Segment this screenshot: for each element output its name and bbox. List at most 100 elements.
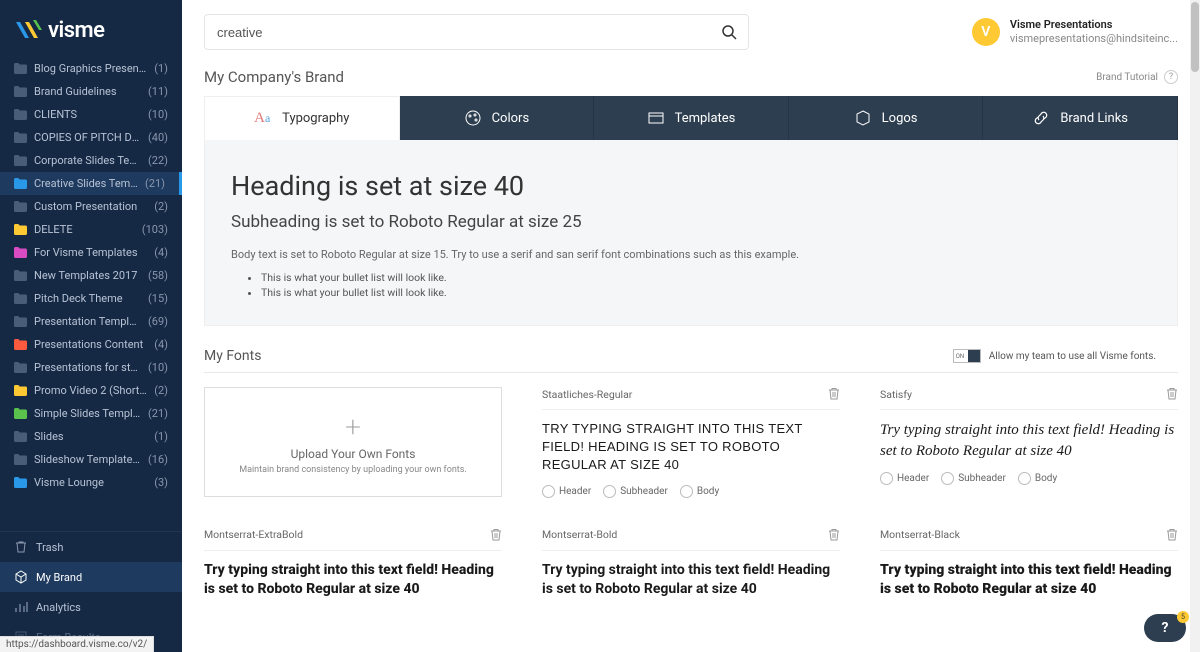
folder-count: (103) (142, 223, 168, 236)
help-fab[interactable]: ? 5 (1144, 614, 1186, 642)
radio-body[interactable]: Body (1018, 472, 1057, 485)
sidebar-folder[interactable]: Blog Graphics Presentati... (1) (0, 57, 182, 80)
tab-label: Colors (492, 111, 530, 126)
font-sample-text[interactable]: Try typing straight into this text field… (204, 561, 502, 601)
fonts-grid: + Upload Your Own Fonts Maintain brand c… (182, 387, 1200, 631)
radio-header[interactable]: Header (542, 485, 591, 498)
trash-icon (14, 540, 28, 554)
nav-analytics[interactable]: Analytics (0, 592, 182, 622)
typography-preview: Heading is set at size 40 Subheading is … (204, 140, 1178, 326)
team-fonts-toggle: ON Allow my team to use all Visme fonts. (953, 349, 1156, 363)
user-name: Visme Presentations (1010, 18, 1178, 32)
font-sample-text[interactable]: Try typing straight into this text field… (542, 420, 840, 475)
folder-label: Custom Presentation (34, 200, 147, 213)
upload-font-card[interactable]: + Upload Your Own Fonts Maintain brand c… (204, 387, 502, 497)
font-card-header: Montserrat-Black (880, 528, 1178, 551)
folder-label: Presentations for stude... (34, 361, 141, 374)
font-sample-text[interactable]: Try typing straight into this text field… (880, 561, 1178, 601)
help-icon: ? (1164, 70, 1178, 84)
brand-tutorial-link[interactable]: Brand Tutorial ? (1096, 70, 1178, 84)
sidebar-folder[interactable]: Slides (1) (0, 425, 182, 448)
sidebar-folder[interactable]: Promo Video 2 (Short For... (2) (0, 379, 182, 402)
logo[interactable]: visme (0, 0, 182, 57)
folder-icon (14, 247, 27, 258)
font-role-radios: Header Subheader Body (880, 472, 1178, 485)
folder-label: CLIENTS (34, 108, 141, 121)
tab-logos[interactable]: Logos (789, 96, 984, 140)
font-sample-text[interactable]: Try typing straight into this text field… (542, 561, 840, 601)
preview-subheading: Subheading is set to Roboto Regular at s… (231, 212, 1151, 232)
tab-brand-links[interactable]: Brand Links (983, 96, 1178, 140)
logos-icon (854, 109, 872, 127)
font-card-header: Montserrat-ExtraBold (204, 528, 502, 551)
font-card-header: Montserrat-Bold (542, 528, 840, 551)
folder-label: COPIES OF PITCH DECKS... (34, 131, 141, 144)
sidebar-folder[interactable]: CLIENTS (10) (0, 103, 182, 126)
tab-colors[interactable]: Colors (400, 96, 595, 140)
user-menu[interactable]: V Visme Presentations vismepresentations… (972, 18, 1178, 47)
folder-count: (15) (148, 292, 168, 305)
font-card: Montserrat-ExtraBold Try typing straight… (204, 528, 502, 611)
sidebar-folder[interactable]: Slideshow Templates 20... (16) (0, 448, 182, 471)
tab-typography[interactable]: Aa Typography (204, 96, 400, 140)
search-icon[interactable] (721, 24, 737, 40)
user-email: vismepresentations@hindsiteinc... (1010, 32, 1178, 46)
delete-font-button[interactable] (1166, 387, 1178, 401)
folder-count: (58) (148, 269, 168, 282)
help-badge: 5 (1177, 611, 1189, 623)
radio-subheader[interactable]: Subheader (941, 472, 1006, 485)
tab-label: Brand Links (1060, 111, 1128, 126)
radio-header[interactable]: Header (880, 472, 929, 485)
sidebar-folder[interactable]: For Visme Templates (4) (0, 241, 182, 264)
sidebar-folder[interactable]: Creative Slides Templates (21) (0, 172, 182, 195)
folder-count: (1) (154, 62, 168, 75)
folder-icon (14, 86, 27, 97)
delete-font-button[interactable] (828, 528, 840, 542)
sidebar-folder[interactable]: Custom Presentation (2) (0, 195, 182, 218)
toggle-knob (968, 350, 980, 362)
sidebar-folder[interactable]: DELETE (103) (0, 218, 182, 241)
folder-icon (14, 63, 27, 74)
folder-count: (2) (154, 200, 168, 213)
sidebar-folder[interactable]: Visme Lounge (3) (0, 471, 182, 494)
sidebar-folder[interactable]: Corporate Slides Templ... (22) (0, 149, 182, 172)
sidebar-folder[interactable]: COPIES OF PITCH DECKS... (40) (0, 126, 182, 149)
sidebar-folder[interactable]: New Templates 2017 (58) (0, 264, 182, 287)
sidebar-folder[interactable]: Brand Guidelines (11) (0, 80, 182, 103)
preview-body: Body text is set to Roboto Regular at si… (231, 248, 1151, 261)
search-input[interactable] (204, 14, 749, 50)
folder-label: Creative Slides Templates (34, 177, 138, 190)
folder-count: (21) (145, 177, 165, 190)
nav-trash[interactable]: Trash (0, 532, 182, 562)
folder-count: (1) (154, 430, 168, 443)
tab-templates[interactable]: Templates (594, 96, 789, 140)
radio-subheader[interactable]: Subheader (603, 485, 668, 498)
cube-icon (14, 570, 28, 584)
sidebar-folder[interactable]: Pitch Deck Theme (15) (0, 287, 182, 310)
sidebar-folder[interactable]: Presentation Templates ... (69) (0, 310, 182, 333)
preview-bullets: This is what your bullet list will look … (231, 271, 1151, 299)
toggle-switch[interactable]: ON (953, 349, 981, 363)
upload-subtitle: Maintain brand consistency by uploading … (239, 465, 467, 475)
scrollbar[interactable] (1190, 0, 1200, 652)
nav-label: Trash (36, 541, 63, 554)
fonts-header: My Fonts ON Allow my team to use all Vis… (204, 326, 1178, 373)
delete-font-button[interactable] (1166, 528, 1178, 542)
sidebar-folder[interactable]: Presentations Content (4) (0, 333, 182, 356)
nav-my-brand[interactable]: My Brand (0, 562, 182, 592)
folder-label: Brand Guidelines (34, 85, 141, 98)
radio-body[interactable]: Body (680, 485, 719, 498)
sidebar-folder[interactable]: Presentations for stude... (10) (0, 356, 182, 379)
templates-icon (647, 109, 665, 127)
font-sample-text[interactable]: Try typing straight into this text field… (880, 420, 1178, 462)
delete-font-button[interactable] (828, 387, 840, 401)
folder-icon (14, 132, 27, 143)
font-card: Satisfy Try typing straight into this te… (880, 387, 1178, 498)
folder-icon (14, 385, 27, 396)
folder-count: (10) (148, 108, 168, 121)
folder-label: Slides (34, 430, 147, 443)
delete-font-button[interactable] (490, 528, 502, 542)
plus-icon: + (345, 410, 361, 443)
folder-count: (4) (154, 246, 168, 259)
sidebar-folder[interactable]: Simple Slides Templates (21) (0, 402, 182, 425)
